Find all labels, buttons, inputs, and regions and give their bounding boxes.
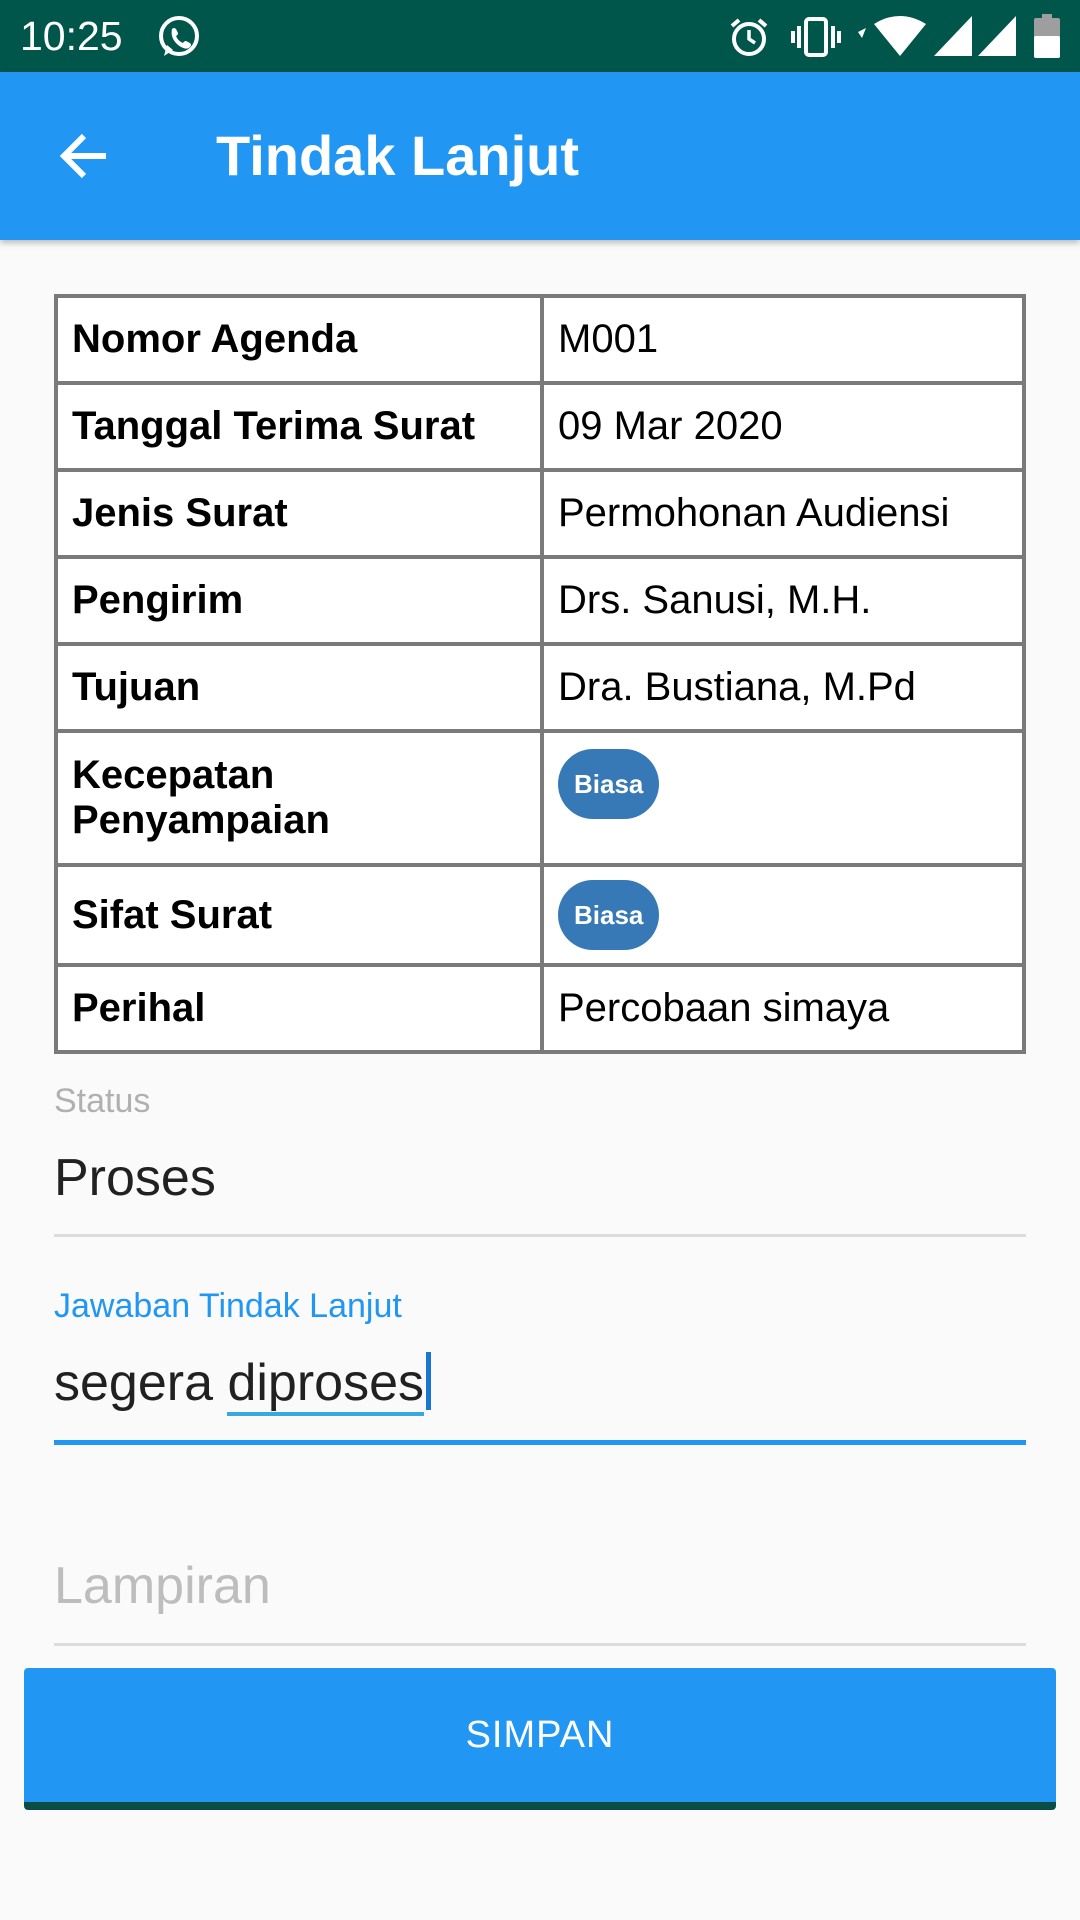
table-row: Kecepatan Penyampaian Biasa	[54, 729, 1026, 867]
battery-icon	[1034, 14, 1060, 58]
signal-icon	[934, 16, 972, 56]
row-value: Permohonan Audiensi	[540, 468, 1026, 559]
table-row: Tanggal Terima Surat 09 Mar 2020	[54, 381, 1026, 472]
signal-icon	[978, 16, 1016, 56]
row-value: Drs. Sanusi, M.H.	[540, 555, 1026, 646]
wifi-icon	[858, 16, 926, 56]
lampiran-field[interactable]: Lampiran	[54, 1556, 271, 1616]
lampiran-underline	[54, 1643, 1026, 1646]
row-value: 09 Mar 2020	[540, 381, 1026, 472]
letter-info-table: Nomor Agenda M001 Tanggal Terima Surat 0…	[54, 294, 1026, 1054]
table-row: Perihal Percobaan simaya	[54, 963, 1026, 1054]
row-label: Kecepatan Penyampaian	[54, 729, 544, 867]
row-label: Tanggal Terima Surat	[54, 381, 544, 472]
status-time: 10:25	[20, 13, 123, 59]
row-label: Sifat Surat	[54, 863, 544, 967]
whatsapp-icon	[159, 16, 199, 56]
table-row: Pengirim Drs. Sanusi, M.H.	[54, 555, 1026, 646]
status-underline	[54, 1234, 1026, 1237]
row-label: Jenis Surat	[54, 468, 544, 559]
status-label: Status	[54, 1082, 151, 1120]
save-button[interactable]: SIMPAN	[24, 1668, 1056, 1810]
row-value: Percobaan simaya	[540, 963, 1026, 1054]
jawaban-composing-word: diproses	[227, 1354, 425, 1416]
table-row: Nomor Agenda M001	[54, 294, 1026, 385]
jawaban-underline	[54, 1440, 1026, 1445]
text-cursor	[426, 1352, 432, 1410]
speed-badge: Biasa	[558, 749, 660, 819]
row-value: Dra. Bustiana, M.Pd	[540, 642, 1026, 733]
table-row: Jenis Surat Permohonan Audiensi	[54, 468, 1026, 559]
table-row: Tujuan Dra. Bustiana, M.Pd	[54, 642, 1026, 733]
jawaban-label: Jawaban Tindak Lanjut	[54, 1287, 402, 1325]
status-bar: 10:25	[0, 0, 1080, 72]
jawaban-text-part: segera	[54, 1354, 228, 1412]
vibrate-icon	[791, 17, 841, 57]
arrow-back-icon	[59, 133, 106, 179]
row-label: Nomor Agenda	[54, 294, 544, 385]
status-field[interactable]: Proses	[54, 1148, 216, 1208]
row-label: Tujuan	[54, 642, 544, 733]
row-value: Biasa	[540, 729, 1026, 867]
row-label: Perihal	[54, 963, 544, 1054]
page-title: Tindak Lanjut	[216, 124, 579, 187]
row-value: Biasa	[540, 863, 1026, 967]
table-row: Sifat Surat Biasa	[54, 863, 1026, 967]
nature-badge: Biasa	[558, 880, 660, 950]
jawaban-input[interactable]: segera diproses	[54, 1352, 432, 1416]
row-label: Pengirim	[54, 555, 544, 646]
back-button[interactable]	[40, 112, 128, 200]
alarm-icon	[730, 18, 768, 56]
app-bar: Tindak Lanjut	[0, 72, 1080, 240]
row-value: M001	[540, 294, 1026, 385]
